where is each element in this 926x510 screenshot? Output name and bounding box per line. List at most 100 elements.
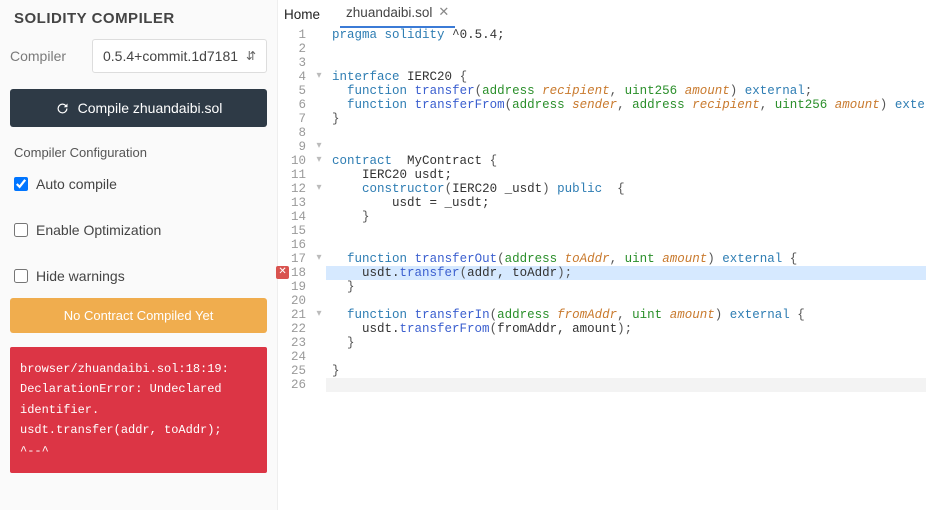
line-number: 20 <box>278 294 306 308</box>
fold-marker <box>312 98 326 112</box>
fold-marker <box>312 126 326 140</box>
fold-marker <box>312 84 326 98</box>
enable-opt-row[interactable]: Enable Optimization <box>10 216 267 244</box>
compile-button[interactable]: Compile zhuandaibi.sol <box>10 89 267 127</box>
auto-compile-row[interactable]: Auto compile <box>10 170 267 198</box>
line-number: 14 <box>278 210 306 224</box>
tab-file-active[interactable]: zhuandaibi.sol ✕ <box>340 0 455 28</box>
tab-home[interactable]: Home <box>282 3 322 28</box>
line-number: 24 <box>278 350 306 364</box>
line-number: 5 <box>278 84 306 98</box>
line-number: 19 <box>278 280 306 294</box>
fold-marker <box>312 196 326 210</box>
code-line[interactable] <box>326 350 926 364</box>
code-editor[interactable]: 123456789101112131415161718✕192021222324… <box>278 28 926 510</box>
code-line[interactable] <box>326 126 926 140</box>
error-panel: browser/zhuandaibi.sol:18:19: Declaratio… <box>10 347 267 473</box>
line-number: 7 <box>278 112 306 126</box>
compile-button-label: Compile zhuandaibi.sol <box>78 100 223 116</box>
code-line[interactable]: function transfer(address recipient, uin… <box>326 84 926 98</box>
line-number: 10 <box>278 154 306 168</box>
compiler-label: Compiler <box>10 48 82 64</box>
code-content[interactable]: pragma solidity ^0.5.4; interface IERC20 … <box>326 28 926 510</box>
fold-marker <box>312 350 326 364</box>
code-line[interactable] <box>326 56 926 70</box>
hide-warnings-checkbox[interactable] <box>14 269 28 283</box>
line-number: 12 <box>278 182 306 196</box>
fold-marker <box>312 280 326 294</box>
fold-marker <box>312 336 326 350</box>
enable-opt-checkbox[interactable] <box>14 223 28 237</box>
no-contract-button[interactable]: No Contract Compiled Yet <box>10 298 267 333</box>
fold-marker <box>312 266 326 280</box>
code-line[interactable]: } <box>326 336 926 350</box>
tab-file-label: zhuandaibi.sol <box>346 5 432 20</box>
code-line[interactable]: usdt.transferFrom(fromAddr, amount); <box>326 322 926 336</box>
line-number: 1 <box>278 28 306 42</box>
code-line[interactable]: function transferFrom(address sender, ad… <box>326 98 926 112</box>
code-line[interactable]: } <box>326 364 926 378</box>
compiler-value: 0.5.4+commit.1d7181 <box>103 48 238 64</box>
fold-marker <box>312 28 326 42</box>
auto-compile-label: Auto compile <box>36 176 117 192</box>
code-line[interactable] <box>326 140 926 154</box>
close-icon[interactable]: ✕ <box>438 4 449 20</box>
compiler-select[interactable]: 0.5.4+commit.1d7181 <box>92 39 267 73</box>
panel-title: SOLIDITY COMPILER <box>14 10 267 27</box>
code-line[interactable]: usdt = _usdt; <box>326 196 926 210</box>
main-area: Home zhuandaibi.sol ✕ 123456789101112131… <box>278 0 926 510</box>
code-line[interactable]: function transferOut(address toAddr, uin… <box>326 252 926 266</box>
code-line[interactable]: interface IERC20 { <box>326 70 926 84</box>
hide-warnings-row[interactable]: Hide warnings <box>10 262 267 290</box>
line-number: 26 <box>278 378 306 392</box>
line-number: 13 <box>278 196 306 210</box>
fold-marker <box>312 364 326 378</box>
code-line[interactable] <box>326 224 926 238</box>
line-number: 3 <box>278 56 306 70</box>
line-number: 22 <box>278 322 306 336</box>
line-number: 9 <box>278 140 306 154</box>
fold-marker <box>312 224 326 238</box>
code-line[interactable]: usdt.transfer(addr, toAddr); <box>326 266 926 280</box>
line-number: 25 <box>278 364 306 378</box>
line-gutter: 123456789101112131415161718✕192021222324… <box>278 28 312 510</box>
line-number: 18✕ <box>278 266 306 280</box>
code-line[interactable]: constructor(IERC20 _usdt) public { <box>326 182 926 196</box>
fold-marker <box>312 56 326 70</box>
fold-marker: ▾ <box>312 70 326 84</box>
code-line[interactable] <box>326 42 926 56</box>
tab-bar: Home zhuandaibi.sol ✕ <box>278 0 926 28</box>
error-icon: ✕ <box>276 266 289 279</box>
code-line[interactable]: function transferIn(address fromAddr, ui… <box>326 308 926 322</box>
refresh-icon <box>55 101 70 116</box>
enable-opt-label: Enable Optimization <box>36 222 161 238</box>
code-line[interactable] <box>326 238 926 252</box>
fold-marker: ▾ <box>312 308 326 322</box>
config-title: Compiler Configuration <box>14 145 267 160</box>
line-number: 8 <box>278 126 306 140</box>
line-number: 17 <box>278 252 306 266</box>
fold-marker: ▾ <box>312 252 326 266</box>
fold-marker <box>312 210 326 224</box>
code-line[interactable] <box>326 294 926 308</box>
line-number: 4 <box>278 70 306 84</box>
line-number: 21 <box>278 308 306 322</box>
hide-warnings-label: Hide warnings <box>36 268 125 284</box>
auto-compile-checkbox[interactable] <box>14 177 28 191</box>
fold-marker: ▾ <box>312 154 326 168</box>
code-line[interactable]: } <box>326 112 926 126</box>
fold-marker: ▾ <box>312 182 326 196</box>
code-line[interactable]: IERC20 usdt; <box>326 168 926 182</box>
code-line[interactable]: } <box>326 210 926 224</box>
sidebar: SOLIDITY COMPILER Compiler 0.5.4+commit.… <box>0 0 278 510</box>
code-line[interactable]: } <box>326 280 926 294</box>
line-number: 15 <box>278 224 306 238</box>
fold-marker <box>312 168 326 182</box>
code-line[interactable] <box>326 378 926 392</box>
line-number: 11 <box>278 168 306 182</box>
code-line[interactable]: pragma solidity ^0.5.4; <box>326 28 926 42</box>
fold-marker <box>312 42 326 56</box>
fold-marker <box>312 378 326 392</box>
line-number: 2 <box>278 42 306 56</box>
code-line[interactable]: contract MyContract { <box>326 154 926 168</box>
